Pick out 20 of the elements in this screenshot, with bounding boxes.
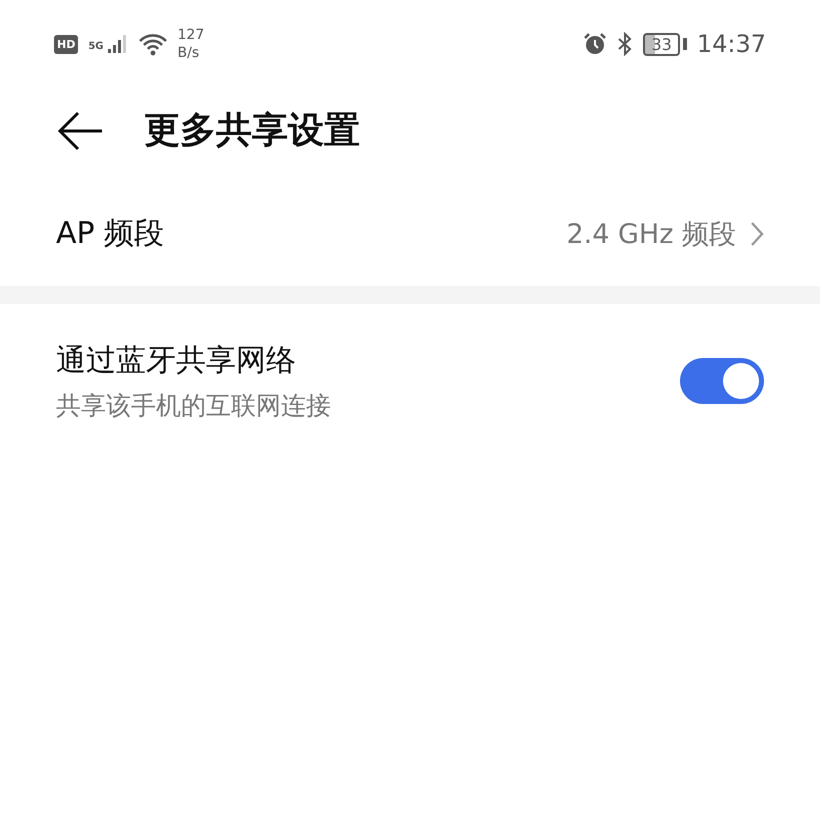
network-speed: B/s xyxy=(178,44,200,62)
battery-tip-icon xyxy=(682,38,687,50)
clock: 14:37 xyxy=(696,30,766,58)
network-speed: 127 xyxy=(178,26,204,44)
signal-icon xyxy=(106,33,128,55)
setting-value: 2.4 GHz 频段 xyxy=(566,218,736,252)
page-title: 更多共享设置 xyxy=(144,109,360,153)
setting-label: AP 频段 xyxy=(56,215,164,253)
setting-subtitle: 共享该手机的互联网连接 xyxy=(56,390,331,422)
alarm-icon xyxy=(583,32,608,56)
back-icon[interactable] xyxy=(56,110,104,150)
hd-icon: HD xyxy=(54,34,78,54)
wifi-icon xyxy=(138,32,168,56)
setting-row[interactable]: AP 频段 2.4 GHz 频段 xyxy=(0,191,820,276)
chevron-icon xyxy=(750,220,764,246)
bluetooth-icon xyxy=(617,32,634,56)
setting-label: 通过蓝牙共享网络 xyxy=(56,342,297,380)
network-label: 5G xyxy=(88,41,104,52)
toggle-switch[interactable] xyxy=(680,358,764,404)
battery-icon: 33 xyxy=(643,32,680,56)
